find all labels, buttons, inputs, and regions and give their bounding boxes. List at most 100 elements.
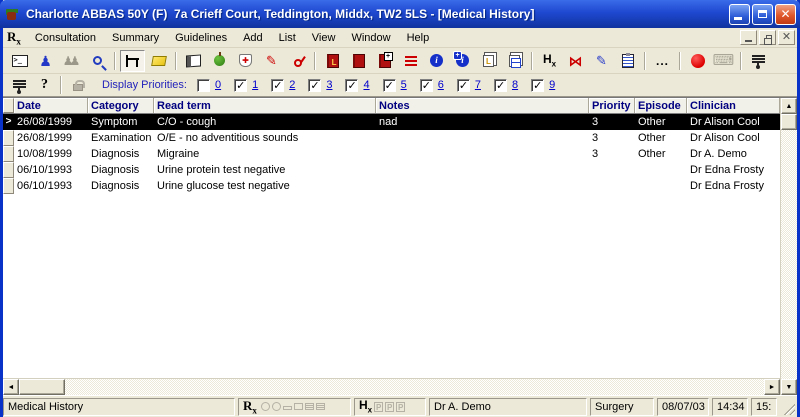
priority-label-8[interactable]: 8: [512, 79, 518, 91]
menu-summary[interactable]: Summary: [104, 30, 167, 46]
record-button[interactable]: [685, 50, 710, 72]
priority-label-6[interactable]: 6: [438, 79, 444, 91]
prescribe-button[interactable]: ✎: [259, 50, 284, 72]
problem-list-button[interactable]: [398, 50, 423, 72]
menu-add[interactable]: Add: [235, 30, 271, 46]
vertical-scroll-thumb[interactable]: [781, 114, 797, 130]
priority-label-9[interactable]: 9: [549, 79, 555, 91]
next-patient-button[interactable]: ♟: [33, 50, 58, 72]
table-row[interactable]: 10/08/1999 Diagnosis Migraine 3 Other Dr…: [3, 146, 780, 162]
resize-grip[interactable]: [781, 401, 795, 415]
priority-label-5[interactable]: 5: [401, 79, 407, 91]
priority-label-3[interactable]: 3: [326, 79, 332, 91]
toolbar-separator: [60, 76, 62, 94]
pages-l-button[interactable]: [476, 50, 501, 72]
row-selector-button[interactable]: [3, 162, 14, 178]
minimize-button[interactable]: [729, 4, 750, 25]
family-button[interactable]: ♟♟: [59, 50, 84, 72]
priority-checkbox-5[interactable]: [383, 79, 396, 92]
table-row[interactable]: 06/10/1993 Diagnosis Urine glucose test …: [3, 178, 780, 194]
vertical-scroll-track[interactable]: [781, 130, 797, 379]
menu-help[interactable]: Help: [399, 30, 438, 46]
console-icon: [12, 55, 28, 67]
horizontal-scrollbar[interactable]: ◄ ►: [3, 378, 780, 395]
consultation-notes-button[interactable]: [7, 50, 32, 72]
row-selector-button[interactable]: [3, 146, 14, 162]
rx-system-menu-icon[interactable]: Rx: [7, 29, 21, 47]
horizontal-scroll-thumb[interactable]: [19, 379, 65, 395]
book-add-button[interactable]: [372, 50, 397, 72]
vertical-scrollbar[interactable]: ▲ ▼: [780, 98, 797, 395]
filter-button[interactable]: [746, 50, 771, 72]
clipboard-button[interactable]: [615, 50, 640, 72]
priority-label-2[interactable]: 2: [289, 79, 295, 91]
cell-category: Diagnosis: [88, 146, 154, 162]
info-button[interactable]: [424, 50, 449, 72]
horizontal-scroll-track[interactable]: [65, 379, 764, 395]
mdi-close-button[interactable]: ✕: [778, 30, 795, 45]
priority-label-1[interactable]: 1: [252, 79, 258, 91]
more-options-button[interactable]: ...: [650, 50, 675, 72]
row-selector-button[interactable]: [3, 178, 14, 194]
history-button[interactable]: Hx: [537, 50, 562, 72]
pages-grid-button[interactable]: [502, 50, 527, 72]
lock-button[interactable]: [65, 74, 90, 96]
journal-button[interactable]: [181, 50, 206, 72]
priority-checkbox-3[interactable]: [308, 79, 321, 92]
priority-checkbox-8[interactable]: [494, 79, 507, 92]
find-patient-button[interactable]: [85, 50, 110, 72]
menu-window[interactable]: Window: [343, 30, 398, 46]
menu-consultation[interactable]: Consultation: [27, 30, 104, 46]
scroll-up-button[interactable]: ▲: [781, 98, 797, 114]
close-button[interactable]: ✕: [775, 4, 796, 25]
keyboard-button[interactable]: ⌨: [711, 50, 736, 72]
scroll-right-button[interactable]: ►: [764, 379, 780, 395]
examination-button[interactable]: [285, 50, 310, 72]
column-header-category[interactable]: Category: [88, 98, 154, 113]
app-icon[interactable]: [5, 6, 22, 23]
book-button[interactable]: [346, 50, 371, 72]
menu-guidelines[interactable]: Guidelines: [167, 30, 235, 46]
row-selector-button[interactable]: [3, 130, 14, 146]
column-header-clinician[interactable]: Clinician: [687, 98, 780, 113]
edit-button[interactable]: ✎: [589, 50, 614, 72]
table-row[interactable]: 26/08/1999 Examination O/E - no adventit…: [3, 130, 780, 146]
status-page-icon: P: [396, 402, 405, 412]
priority-checkbox-1[interactable]: [234, 79, 247, 92]
column-header-date[interactable]: Date: [14, 98, 88, 113]
column-header-notes[interactable]: Notes: [376, 98, 589, 113]
priority-checkbox-2[interactable]: [271, 79, 284, 92]
immunisations-button[interactable]: [233, 50, 258, 72]
column-header-read-term[interactable]: Read term: [154, 98, 376, 113]
priority-checkbox-0[interactable]: [197, 79, 210, 92]
info-add-button[interactable]: [450, 50, 475, 72]
menu-view[interactable]: View: [304, 30, 344, 46]
table-row[interactable]: > 26/08/1999 Symptom C/O - cough nad 3 O…: [3, 114, 780, 130]
menu-list[interactable]: List: [271, 30, 304, 46]
context-help-button[interactable]: ?: [32, 74, 57, 96]
row-selector-button[interactable]: >: [3, 114, 14, 130]
column-header-episode[interactable]: Episode: [635, 98, 687, 113]
priority-checkbox-9[interactable]: [531, 79, 544, 92]
column-header-priority[interactable]: Priority: [589, 98, 635, 113]
priority-checkbox-6[interactable]: [420, 79, 433, 92]
cell-notes: [376, 130, 589, 146]
health-promotion-button[interactable]: [207, 50, 232, 72]
note-button[interactable]: [146, 50, 171, 72]
filter-button-2[interactable]: [7, 74, 32, 96]
mdi-minimize-button[interactable]: [740, 30, 757, 45]
priority-label-7[interactable]: 7: [475, 79, 481, 91]
links-button[interactable]: ⋈: [563, 50, 588, 72]
examination-couch-button[interactable]: [120, 50, 145, 72]
scroll-down-button[interactable]: ▼: [781, 379, 797, 395]
priority-checkbox-7[interactable]: [457, 79, 470, 92]
priority-label-4[interactable]: 4: [363, 79, 369, 91]
priority-checkbox-4[interactable]: [345, 79, 358, 92]
table-row[interactable]: 06/10/1993 Diagnosis Urine protein test …: [3, 162, 780, 178]
priority-label-0[interactable]: 0: [215, 79, 221, 91]
book-l-button[interactable]: [320, 50, 345, 72]
toolbar-separator: [644, 52, 646, 70]
scroll-left-button[interactable]: ◄: [3, 379, 19, 395]
maximize-button[interactable]: [752, 4, 773, 25]
mdi-restore-button[interactable]: [759, 30, 776, 45]
